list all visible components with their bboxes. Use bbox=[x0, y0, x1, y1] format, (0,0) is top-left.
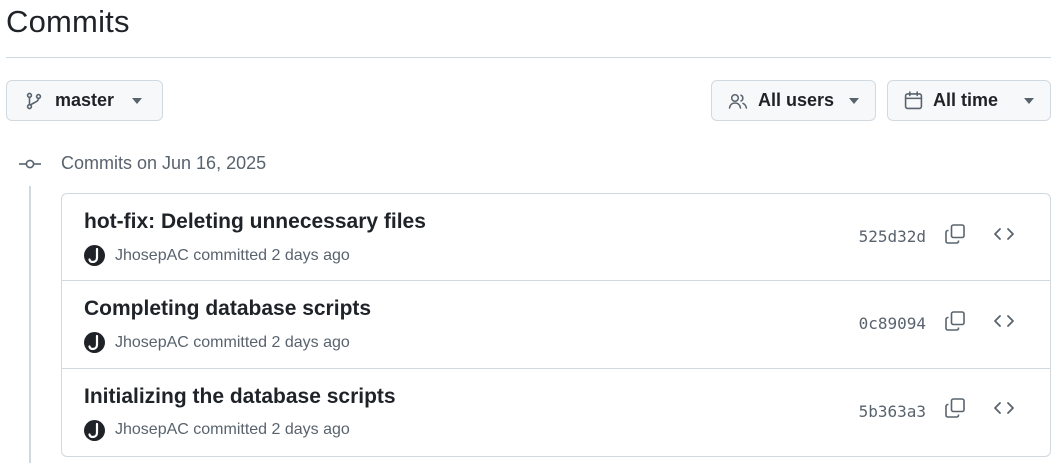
commit-row: hot-fix: Deleting unnecessary files Jhos… bbox=[62, 194, 1050, 282]
code-icon bbox=[993, 400, 1015, 421]
chevron-down-icon bbox=[1024, 97, 1034, 104]
commit-time: 2 days ago bbox=[271, 421, 350, 439]
timeline-line bbox=[29, 186, 31, 463]
avatar[interactable] bbox=[84, 419, 105, 441]
commit-author-link[interactable]: JhosepAC bbox=[115, 334, 189, 352]
commit-sha-link[interactable]: 5b363a3 bbox=[859, 402, 926, 421]
git-commit-icon bbox=[18, 155, 42, 178]
users-filter-label: All users bbox=[758, 90, 835, 110]
commit-meta: JhosepAC committed 2 days ago bbox=[84, 332, 350, 354]
copy-sha-button[interactable] bbox=[942, 223, 968, 249]
calendar-icon bbox=[904, 91, 923, 110]
commit-author-link[interactable]: JhosepAC bbox=[115, 421, 189, 439]
copy-sha-button[interactable] bbox=[942, 310, 968, 336]
chevron-down-icon bbox=[849, 97, 859, 104]
people-icon bbox=[728, 92, 748, 110]
users-filter-button[interactable]: All users bbox=[711, 80, 876, 121]
commit-group-heading: Commits on Jun 16, 2025 bbox=[61, 153, 267, 173]
git-branch-icon bbox=[25, 92, 43, 110]
commit-message-link[interactable]: Completing database scripts bbox=[84, 297, 371, 321]
avatar[interactable] bbox=[84, 245, 105, 266]
code-icon bbox=[993, 313, 1015, 334]
commit-action-text: committed bbox=[193, 246, 268, 264]
time-filter-button[interactable]: All time bbox=[887, 80, 1051, 121]
copy-icon bbox=[944, 310, 966, 337]
commit-action-text: committed bbox=[193, 333, 268, 351]
copy-icon bbox=[944, 223, 966, 250]
commit-time: 2 days ago bbox=[271, 333, 350, 351]
browse-repository-button[interactable] bbox=[991, 310, 1017, 336]
title-divider bbox=[6, 57, 1051, 58]
code-icon bbox=[993, 226, 1015, 247]
chevron-down-icon bbox=[132, 97, 142, 104]
avatar[interactable] bbox=[84, 332, 105, 354]
commit-list: hot-fix: Deleting unnecessary files Jhos… bbox=[61, 193, 1051, 457]
copy-icon bbox=[944, 397, 966, 424]
commit-sha-link[interactable]: 0c89094 bbox=[859, 314, 926, 333]
commit-time: 2 days ago bbox=[271, 246, 350, 264]
copy-sha-button[interactable] bbox=[942, 398, 968, 424]
commit-meta: JhosepAC committed 2 days ago bbox=[84, 419, 350, 441]
commit-row: Initializing the database scripts Jhosep… bbox=[62, 369, 1050, 456]
commit-row: Completing database scripts JhosepAC com… bbox=[62, 281, 1050, 369]
page-title: Commits bbox=[6, 4, 130, 39]
commit-author-link[interactable]: JhosepAC bbox=[115, 247, 189, 265]
branch-selector-button[interactable]: master bbox=[6, 80, 163, 121]
commit-sha-link[interactable]: 525d32d bbox=[859, 227, 926, 246]
browse-repository-button[interactable] bbox=[991, 223, 1017, 249]
commit-message-link[interactable]: Initializing the database scripts bbox=[84, 385, 396, 409]
commit-message-link[interactable]: hot-fix: Deleting unnecessary files bbox=[84, 210, 426, 234]
time-filter-label: All time bbox=[933, 90, 999, 110]
browse-repository-button[interactable] bbox=[991, 398, 1017, 424]
commit-meta: JhosepAC committed 2 days ago bbox=[84, 245, 350, 266]
commit-action-text: committed bbox=[193, 421, 268, 439]
branch-label: master bbox=[55, 90, 115, 110]
